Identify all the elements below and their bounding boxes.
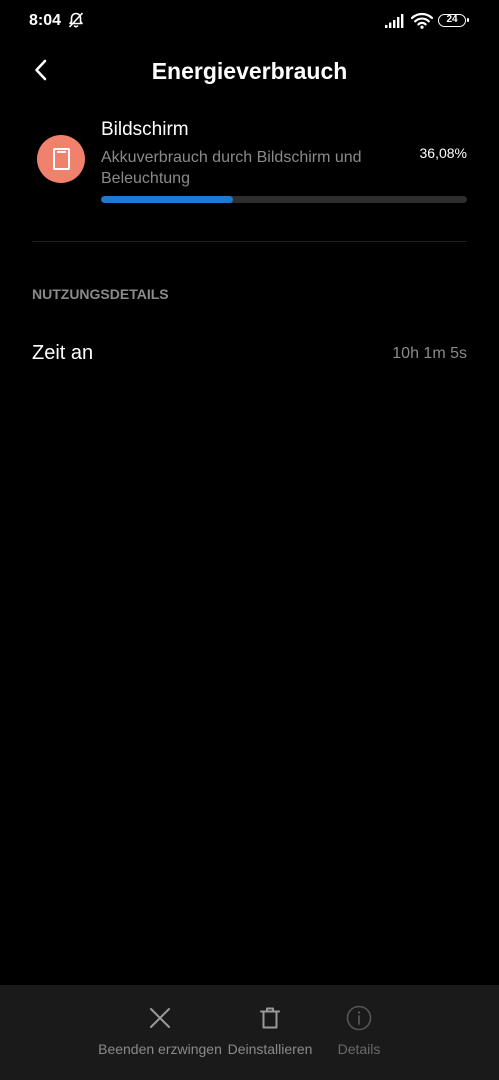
- status-time: 8:04: [29, 12, 62, 29]
- notifications-off-icon: [68, 12, 84, 28]
- usage-progress-bar: [101, 196, 467, 203]
- details-button[interactable]: Details: [333, 1005, 385, 1065]
- screen-icon: [37, 135, 85, 183]
- section-header: NUTZUNGSDETAILS: [32, 286, 169, 302]
- details-label: Details: [337, 1041, 381, 1057]
- divider: [32, 241, 467, 242]
- detail-label: Zeit an: [32, 342, 94, 364]
- signal-icon: [385, 14, 404, 28]
- battery-level: 24: [446, 14, 458, 25]
- status-bar: 8:04 24: [0, 0, 499, 42]
- bottom-action-bar: Beenden erzwingen Deinstallieren Details: [0, 985, 499, 1080]
- detail-row-time-on: Zeit an 10h 1m 5s: [32, 340, 467, 370]
- info-icon: [346, 1005, 372, 1031]
- usage-item-percent: 36,08%: [419, 145, 467, 161]
- close-icon: [150, 1008, 170, 1028]
- usage-item-name: Bildschirm: [101, 119, 189, 140]
- detail-value: 10h 1m 5s: [392, 345, 467, 362]
- usage-item-description: Akkuverbrauch durch Bildschirm und Beleu…: [101, 149, 362, 187]
- uninstall-label: Deinstallieren: [227, 1041, 313, 1057]
- force-stop-label: Beenden erzwingen: [98, 1041, 222, 1057]
- battery-icon: 24: [438, 14, 469, 27]
- uninstall-button[interactable]: Deinstallieren: [225, 1005, 315, 1065]
- trash-icon: [260, 1007, 280, 1029]
- force-stop-button[interactable]: Beenden erzwingen: [96, 1005, 224, 1065]
- page-title: Energieverbrauch: [151, 58, 348, 84]
- usage-progress-fill: [101, 196, 234, 203]
- usage-item[interactable]: Bildschirm Akkuverbrauch durch Bildschir…: [0, 110, 499, 220]
- wifi-icon: [411, 12, 433, 29]
